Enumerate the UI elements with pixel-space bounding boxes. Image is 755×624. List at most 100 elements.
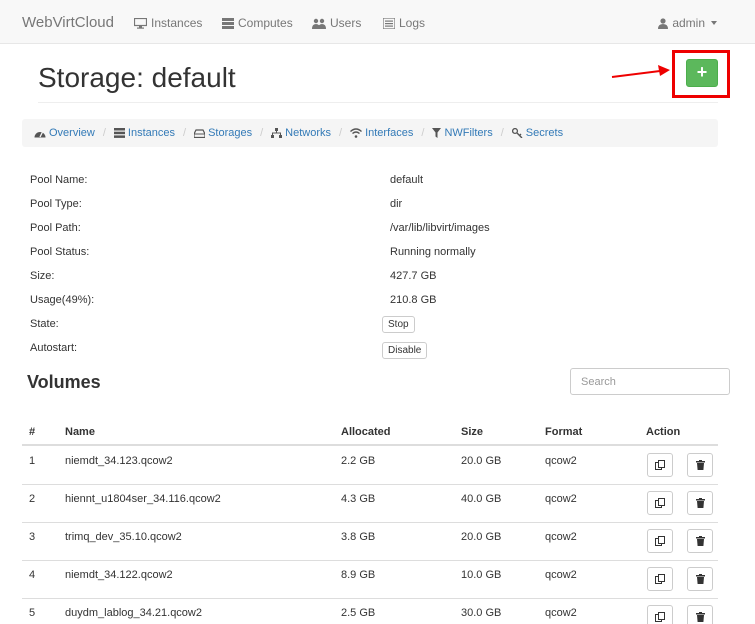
list-icon [113, 128, 125, 138]
trash-icon [695, 498, 705, 508]
row-name: hiennt_u1804ser_34.116.qcow2 [65, 493, 221, 505]
crumb-instances[interactable]: Instances [113, 127, 175, 139]
row-size: 10.0 GB [461, 569, 502, 581]
volumes-heading: Volumes [27, 372, 101, 392]
crumb-overview-label: Overview [49, 127, 95, 139]
user-menu[interactable]: admin [658, 16, 717, 30]
row-name: niemdt_34.123.qcow2 [65, 455, 173, 467]
page-title: Storage: default [38, 62, 236, 93]
nav-users-label: Users [330, 16, 362, 30]
search-input[interactable] [570, 368, 730, 395]
add-volume-button[interactable]: + [686, 59, 718, 87]
row-size: 20.0 GB [461, 531, 502, 543]
nav-logs[interactable]: Logs [383, 16, 425, 30]
nav-computes[interactable]: Computes [222, 16, 293, 30]
row-size: 40.0 GB [461, 493, 502, 505]
row-allocated: 2.2 GB [341, 455, 376, 467]
crumb-separator: / [260, 127, 264, 139]
crumb-separator: / [102, 127, 106, 139]
crumb-instances-label: Instances [127, 127, 175, 139]
nav-instances-label: Instances [151, 16, 203, 30]
row-allocated: 2.5 GB [341, 607, 376, 619]
col-header-size: Size [461, 426, 484, 438]
list-icon [383, 17, 395, 29]
col-header-action: Action [646, 426, 681, 438]
row-format: qcow2 [545, 493, 577, 505]
copy-icon [655, 498, 665, 508]
nav-computes-label: Computes [238, 16, 293, 30]
crumb-secrets[interactable]: Secrets [511, 127, 563, 139]
col-header-name: Name [65, 426, 95, 438]
clone-button[interactable] [647, 567, 673, 591]
hdd-icon [194, 128, 206, 138]
crumb-networks-label: Networks [285, 127, 331, 139]
pool-type-value: dir [390, 198, 403, 210]
trash-icon [695, 460, 705, 470]
copy-icon [655, 536, 665, 546]
trash-icon [695, 536, 705, 546]
delete-button[interactable] [687, 529, 713, 553]
annotation-arrow-icon [611, 65, 670, 78]
row-name: duydm_lablog_34.21.qcow2 [65, 607, 202, 619]
row-format: qcow2 [545, 455, 577, 467]
row-size: 30.0 GB [461, 607, 502, 619]
delete-button[interactable] [687, 567, 713, 591]
row-format: qcow2 [545, 531, 577, 543]
row-size: 20.0 GB [461, 455, 502, 467]
delete-button[interactable] [687, 453, 713, 477]
disable-autostart-button[interactable]: Disable [382, 342, 428, 359]
state-label: State: [30, 318, 59, 330]
user-name: admin [672, 16, 705, 30]
row-number: 2 [29, 493, 36, 505]
crumb-interfaces-label: Interfaces [365, 127, 414, 139]
usage-value: 210.8 GB [390, 294, 437, 306]
crumb-overview[interactable]: Overview [34, 127, 95, 139]
title-divider [38, 102, 718, 103]
pool-name-value: default [390, 174, 424, 186]
autostart-label: Autostart: [30, 342, 78, 354]
clone-button[interactable] [647, 491, 673, 515]
filter-icon [432, 128, 442, 138]
row-divider [22, 484, 718, 485]
row-divider [22, 560, 718, 561]
clone-button[interactable] [647, 605, 673, 624]
clone-button[interactable] [647, 453, 673, 477]
row-number: 1 [29, 455, 36, 467]
crumb-separator: / [183, 127, 187, 139]
delete-button[interactable] [687, 491, 713, 515]
col-header-format: Format [545, 426, 583, 438]
dashboard-icon [34, 131, 46, 138]
delete-button[interactable] [687, 605, 713, 624]
pool-path-label: Pool Path: [30, 222, 81, 234]
pool-type-label: Pool Type: [30, 198, 82, 210]
desktop-icon [134, 17, 147, 29]
brand-logo[interactable]: WebVirtCloud [22, 14, 114, 31]
row-allocated: 3.8 GB [341, 531, 376, 543]
row-number: 5 [29, 607, 36, 619]
clone-button[interactable] [647, 529, 673, 553]
pool-status-label: Pool Status: [30, 246, 90, 258]
crumb-storages-label: Storages [208, 127, 253, 139]
copy-icon [655, 574, 665, 584]
row-number: 4 [29, 569, 36, 581]
table-header-divider [22, 444, 718, 446]
users-icon [312, 18, 326, 29]
nav-instances[interactable]: Instances [134, 16, 202, 30]
crumb-networks[interactable]: Networks [271, 127, 331, 139]
crumb-nwfilters[interactable]: NWFilters [432, 127, 493, 139]
pool-status-value: Running normally [390, 246, 476, 258]
breadcrumb: Overview / Instances / Storages / Networ… [22, 119, 718, 147]
crumb-storages[interactable]: Storages [194, 127, 252, 139]
crumb-interfaces[interactable]: Interfaces [350, 127, 413, 139]
row-number: 3 [29, 531, 36, 543]
row-allocated: 4.3 GB [341, 493, 376, 505]
row-divider [22, 598, 718, 599]
row-name: trimq_dev_35.10.qcow2 [65, 531, 182, 543]
trash-icon [695, 612, 705, 622]
col-header-number: # [29, 426, 36, 438]
nav-logs-label: Logs [399, 16, 426, 30]
trash-icon [695, 574, 705, 584]
stop-button[interactable]: Stop [382, 316, 415, 333]
crumb-nwfilters-label: NWFilters [444, 127, 493, 139]
nav-users[interactable]: Users [312, 16, 361, 30]
